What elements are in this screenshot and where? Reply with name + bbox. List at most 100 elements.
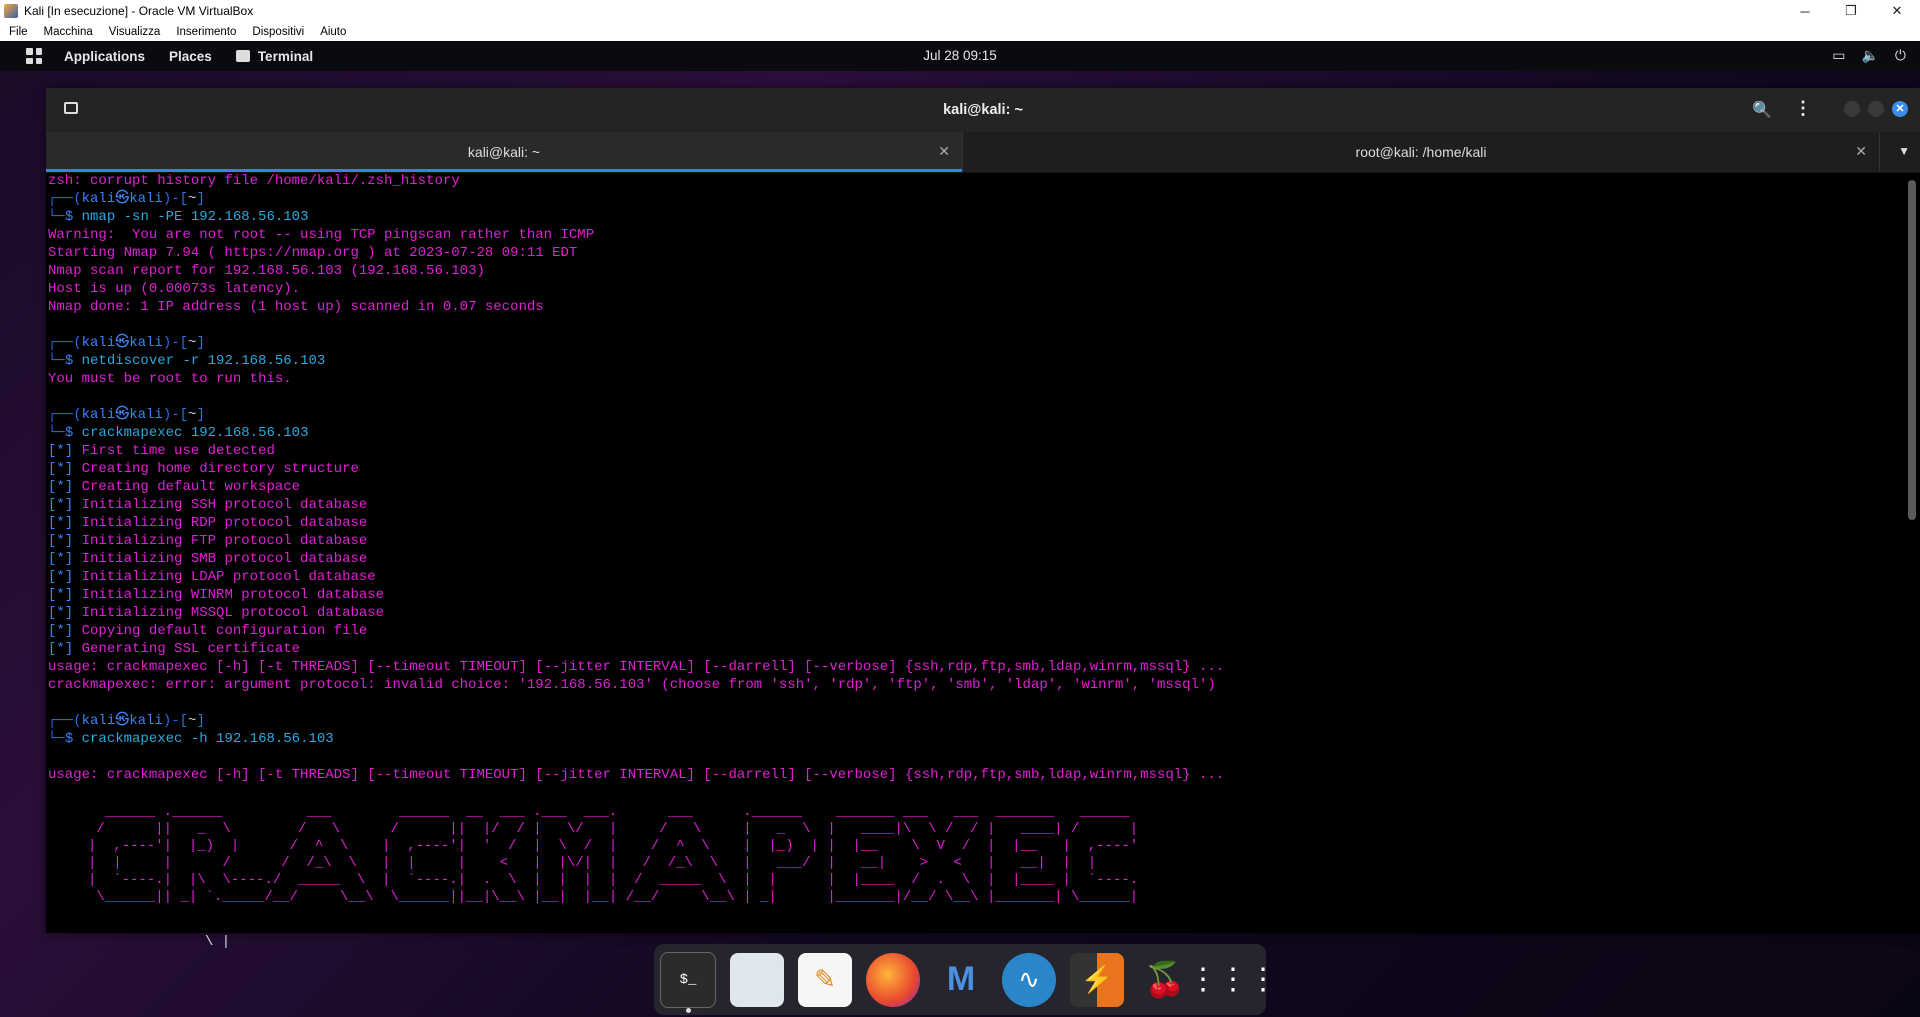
command-args: 192.168.56.103 [182,425,309,441]
maximize-button[interactable] [1868,101,1884,117]
window-buttons: ✕ [1844,101,1908,117]
menu-inserimento[interactable]: Inserimento [167,26,243,38]
files-icon[interactable] [730,952,784,1007]
command-args: -h 192.168.56.103 [182,731,334,747]
error-line: crackmapexec: error: argument protocol: … [48,677,1216,693]
terminal-app-menu[interactable]: Terminal [235,48,314,64]
info-line: [*] Initializing WINRM protocol database [48,587,385,603]
scrollbar[interactable] [1908,180,1916,520]
prompt-line: ┌──(kali㉿kali)-[~] [48,407,205,423]
menu-aiuto[interactable]: Aiuto [311,26,353,38]
virtualbox-menubar: File Macchina Visualizza Inserimento Dis… [0,22,1920,42]
output-line: Nmap scan report for 192.168.56.103 (192… [48,263,485,279]
info-line: [*] Initializing LDAP protocol database [48,569,376,585]
background-output: \ | [205,934,231,950]
command-args: -r 192.168.56.103 [174,353,326,369]
dock: $_ ✎ M ∿ ⚡ 🍒 ⋮⋮⋮ [654,944,1278,1015]
terminal-icon[interactable]: $_ [660,951,716,1013]
virtualbox-title: Kali [In esecuzione] - Oracle VM Virtual… [24,4,254,18]
info-line: [*] Initializing RDP protocol database [48,515,368,531]
tab-label: kali@kali: ~ [467,144,541,160]
prompt-line: ┌──(kali㉿kali)-[~] [48,335,205,351]
display-icon[interactable]: ▭ [1832,47,1845,64]
command-line: └─$ crackmapexec 192.168.56.103 [48,425,309,441]
applications-menu[interactable]: Applications [64,49,145,64]
tabs-dropdown-icon[interactable]: ▼ [1898,144,1910,158]
search-icon[interactable]: 🔍 [1752,100,1772,120]
places-menu[interactable]: Places [169,49,212,64]
menu-visualizza[interactable]: Visualizza [100,26,168,38]
terminal-output[interactable]: zsh: corrupt history file /home/kali/.zs… [46,172,1906,930]
output-line: usage: crackmapexec [-h] [-t THREADS] [-… [48,767,1225,783]
terminal-window: kali@kali: ~ 🔍 ⋮ ✕ kali@kali: ~ ✕ root@k… [46,88,1920,933]
app-grid-icon[interactable] [26,48,42,64]
info-line: [*] Initializing MSSQL protocol database [48,605,385,621]
output-line: You must be root to run this. [48,371,292,387]
output-line: Host is up (0.00073s latency). [48,281,301,297]
command-line: └─$ nmap -sn -PE 192.168.56.103 [48,209,309,225]
info-line: [*] Generating SSL certificate [48,641,301,657]
prompt-user: kali㉿kali [81,407,163,423]
window-title: kali@kali: ~ [943,102,1023,118]
app-grid-icon[interactable]: ⋮⋮⋮ [1188,953,1278,1007]
close-tab-icon[interactable]: ✕ [1855,143,1867,160]
menu-dispositivi[interactable]: Dispositivi [243,26,311,38]
virtualbox-titlebar: Kali [In esecuzione] - Oracle VM Virtual… [0,0,1920,22]
output-line: zsh: corrupt history file /home/kali/.zs… [48,173,460,189]
info-line: [*] Copying default configuration file [48,623,368,639]
command: crackmapexec [81,731,183,747]
burpsuite-icon[interactable]: ⚡ [1070,952,1124,1007]
output-line: usage: crackmapexec [-h] [-t THREADS] [-… [48,659,1225,675]
volume-icon[interactable]: 🔈 [1861,47,1878,64]
menu-file[interactable]: File [0,26,35,38]
window-controls: ─ ❐ ✕ [1782,0,1920,22]
system-tray: ▭ 🔈 ⏻ [1832,47,1906,64]
menu-macchina[interactable]: Macchina [35,26,100,38]
output-line: Warning: You are not root -- using TCP p… [48,227,595,243]
command-args: -sn -PE 192.168.56.103 [115,209,309,225]
command-line: └─$ crackmapexec -h 192.168.56.103 [48,731,334,747]
virtualbox-icon [4,4,18,18]
crackmapexec-banner: ______ .______ ___ ______ __ ___ .___ __… [88,804,1139,905]
tab-kali[interactable]: kali@kali: ~ ✕ [46,132,963,172]
tab-root[interactable]: root@kali: /home/kali ✕ [963,132,1880,172]
command: nmap [81,209,116,225]
command-line: └─$ netdiscover -r 192.168.56.103 [48,353,326,369]
command: netdiscover [81,353,175,369]
prompt-user: kali㉿kali [81,713,163,729]
text-editor-icon[interactable]: ✎ [798,952,852,1007]
terminal-app-label: Terminal [257,48,314,64]
command: crackmapexec [81,425,183,441]
firefox-icon[interactable] [866,952,920,1007]
close-button[interactable]: ✕ [1874,0,1920,22]
info-line: [*] Initializing FTP protocol database [48,533,368,549]
prompt-line: ┌──(kali㉿kali)-[~] [48,713,205,729]
minimize-button[interactable]: ─ [1782,0,1828,22]
maximize-button[interactable]: ❐ [1828,0,1874,22]
output-line: Nmap done: 1 IP address (1 host up) scan… [48,299,544,315]
prompt-user: kali㉿kali [81,191,163,207]
metasploit-icon[interactable]: M [934,953,988,1007]
power-icon[interactable]: ⏻ [1895,47,1906,64]
close-icon[interactable]: ✕ [1892,101,1908,117]
info-line: [*] Creating home directory structure [48,461,359,477]
tab-label: root@kali: /home/kali [1355,144,1487,160]
wireshark-icon[interactable]: ∿ [1002,952,1056,1007]
info-line: [*] Initializing SSH protocol database [48,497,368,513]
minimize-button[interactable] [1844,101,1860,117]
info-line: [*] Creating default workspace [48,479,301,495]
output-line: Starting Nmap 7.94 ( https://nmap.org ) … [48,245,578,261]
terminal-headerbar: kali@kali: ~ 🔍 ⋮ ✕ [46,88,1920,132]
cherrytree-icon[interactable]: 🍒 [1138,953,1192,1007]
info-line: [*] First time use detected [48,443,275,459]
prompt-line: ┌──(kali㉿kali)-[~] [48,191,205,207]
prompt-user: kali㉿kali [81,335,163,351]
close-tab-icon[interactable]: ✕ [938,143,950,160]
menu-icon[interactable]: ⋮ [1794,98,1812,119]
info-line: [*] Initializing SMB protocol database [48,551,368,567]
terminal-icon [235,49,250,62]
